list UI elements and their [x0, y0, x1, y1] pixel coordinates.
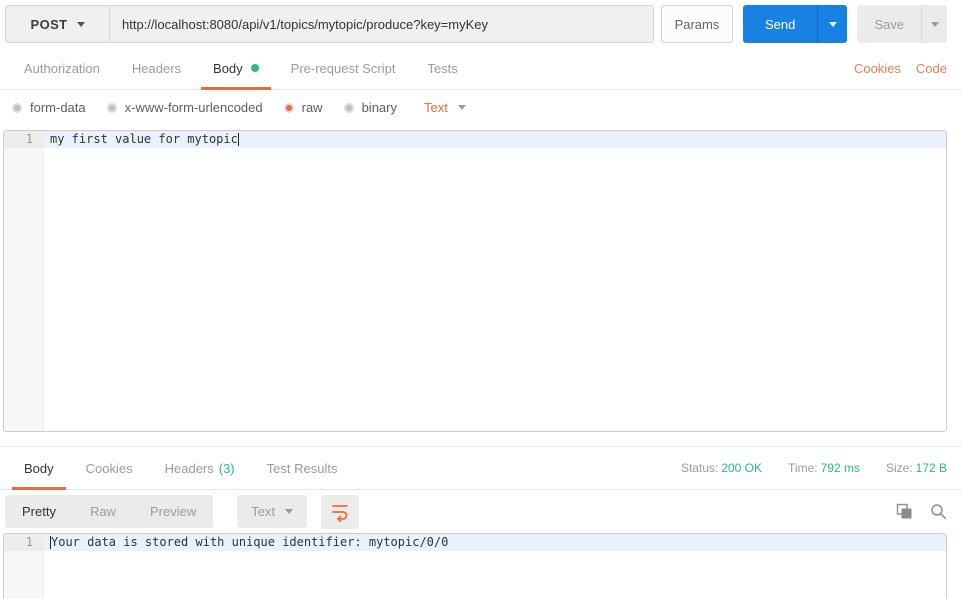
- method-selector[interactable]: POST: [6, 6, 110, 42]
- response-format-select[interactable]: Text: [237, 495, 308, 528]
- method-label: POST: [30, 16, 68, 32]
- radio-form-data-icon: [12, 102, 22, 113]
- tab-body[interactable]: Body: [197, 47, 275, 90]
- save-caret-icon: [930, 21, 939, 27]
- radio-form-data[interactable]: form-data: [12, 100, 86, 115]
- radio-raw-label: raw: [301, 100, 323, 115]
- copy-response-button[interactable]: [896, 503, 913, 520]
- response-meta: Status: 200 OK Time: 792 ms Size: 172 B: [681, 447, 947, 489]
- view-raw-button[interactable]: Raw: [73, 495, 133, 528]
- response-body-text: Your data is stored with unique identifi…: [51, 535, 449, 549]
- request-editor-line1[interactable]: my first value for mytopic: [44, 131, 946, 148]
- response-action-icons: [896, 503, 947, 520]
- format-caret-icon: [457, 105, 466, 110]
- view-pretty-button[interactable]: Pretty: [5, 495, 73, 528]
- radio-binary[interactable]: binary: [343, 100, 397, 115]
- request-url-bar: POST Params Send Save: [0, 0, 961, 47]
- time-badge: Time: 792 ms: [788, 461, 860, 475]
- method-caret-icon: [76, 21, 85, 27]
- line-number: 1: [4, 131, 43, 148]
- radio-raw[interactable]: raw: [283, 100, 323, 115]
- tab-pre-request-script[interactable]: Pre-request Script: [275, 47, 412, 89]
- response-tabs: Body Cookies Headers (3) Test Results St…: [0, 447, 961, 490]
- response-editor-line1[interactable]: Your data is stored with unique identifi…: [44, 534, 946, 551]
- radio-binary-label: binary: [361, 100, 397, 115]
- response-editor-gutter: 1: [4, 534, 44, 599]
- code-link[interactable]: Code: [916, 61, 947, 76]
- response-format-caret-icon: [285, 509, 294, 514]
- radio-binary-icon: [343, 102, 354, 113]
- response-tab-body[interactable]: Body: [8, 447, 70, 490]
- send-button-group: Send: [742, 5, 848, 43]
- body-content-dot-icon: [250, 64, 259, 72]
- body-type-bar: form-data x-www-form-urlencoded raw bina…: [0, 90, 961, 125]
- headers-count-badge: (3): [218, 460, 235, 476]
- request-editor-gutter: 1: [4, 131, 44, 431]
- radio-raw-icon: [283, 102, 294, 113]
- wrap-text-button[interactable]: [321, 494, 360, 529]
- request-tab-links: Cookies Code: [854, 47, 947, 89]
- raw-format-label: Text: [424, 100, 448, 115]
- search-icon: [931, 504, 947, 520]
- send-caret-icon: [828, 21, 837, 27]
- response-tab-cookies[interactable]: Cookies: [70, 447, 149, 489]
- radio-form-data-label: form-data: [30, 100, 86, 115]
- url-input[interactable]: [110, 6, 653, 42]
- response-tab-headers-label: Headers: [164, 460, 214, 476]
- radio-urlencoded-label: x-www-form-urlencoded: [124, 100, 263, 115]
- tab-headers[interactable]: Headers: [116, 47, 197, 89]
- response-view-switch: Pretty Raw Preview: [5, 495, 214, 528]
- search-response-button[interactable]: [930, 503, 947, 520]
- tab-tests[interactable]: Tests: [411, 47, 473, 89]
- radio-urlencoded-icon: [106, 102, 117, 113]
- tab-authorization[interactable]: Authorization: [8, 47, 116, 89]
- cookies-link[interactable]: Cookies: [854, 61, 901, 76]
- request-editor-code[interactable]: my first value for mytopic: [44, 131, 946, 431]
- response-toolbar: Pretty Raw Preview Text: [0, 490, 961, 533]
- radio-urlencoded[interactable]: x-www-form-urlencoded: [106, 100, 263, 115]
- response-section: Body Cookies Headers (3) Test Results St…: [0, 446, 961, 599]
- response-body-editor[interactable]: 1 Your data is stored with unique identi…: [3, 533, 947, 599]
- response-tab-headers[interactable]: Headers (3): [149, 447, 251, 489]
- save-button-group: Save: [857, 5, 947, 43]
- status-badge: Status: 200 OK: [680, 461, 763, 475]
- response-format-label: Text: [251, 504, 276, 519]
- response-editor-code[interactable]: Your data is stored with unique identifi…: [44, 534, 946, 599]
- size-badge: Size: 172 B: [885, 461, 947, 475]
- send-button[interactable]: Send: [743, 5, 817, 43]
- send-options-button[interactable]: [817, 5, 847, 43]
- copy-icon: [896, 503, 912, 519]
- save-options-button[interactable]: [921, 5, 947, 43]
- save-button[interactable]: Save: [857, 5, 921, 43]
- request-tabs: Authorization Headers Body Pre-request S…: [0, 47, 961, 90]
- params-button[interactable]: Params: [660, 5, 733, 43]
- tab-body-label: Body: [213, 60, 243, 76]
- request-body-editor[interactable]: 1 my first value for mytopic: [3, 130, 947, 432]
- text-cursor: [237, 133, 239, 146]
- method-url-group: POST: [5, 5, 654, 43]
- raw-format-select[interactable]: Text: [424, 100, 466, 115]
- view-preview-button[interactable]: Preview: [133, 495, 213, 528]
- wrap-text-icon: [332, 504, 348, 522]
- request-body-text: my first value for mytopic: [50, 132, 238, 146]
- line-number: 1: [4, 534, 43, 551]
- postman-request-view: POST Params Send Save Authorization Head…: [0, 0, 961, 599]
- response-tab-test-results[interactable]: Test Results: [251, 447, 354, 489]
